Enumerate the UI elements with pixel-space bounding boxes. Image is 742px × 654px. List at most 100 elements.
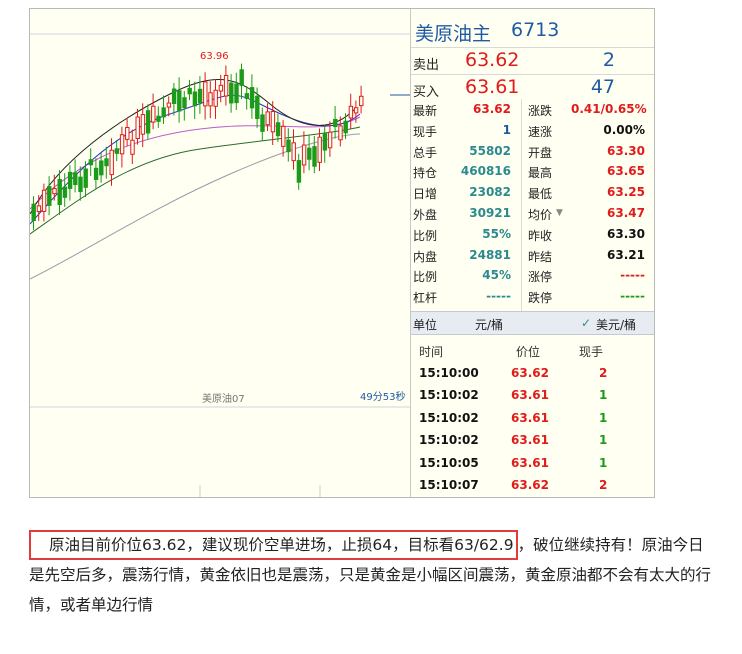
- tick-row: 15:10:00 63.62 2: [411, 362, 654, 385]
- tick-price: 63.61: [511, 455, 549, 470]
- tick-qty: 1: [599, 388, 608, 402]
- candle-body: [270, 110, 276, 133]
- stat-value: 63.62: [473, 102, 511, 116]
- kline-svg: [30, 33, 410, 497]
- tick-qty: 1: [599, 455, 608, 470]
- candle-body: [338, 125, 343, 141]
- candle-body: [359, 95, 364, 107]
- candlestick-chart[interactable]: 63.96 美原油07 49分53秒: [30, 9, 410, 497]
- check-icon: ✓: [581, 316, 592, 330]
- candle-body: [239, 69, 244, 86]
- candle-body: [327, 131, 333, 149]
- stat-value-2: 0.00%: [603, 122, 645, 137]
- sell-volume: 2: [602, 49, 615, 71]
- trading-window: 63.96 美原油07 49分53秒 美原油主 6713 卖出 63.62 2 …: [29, 8, 655, 498]
- stat-value: 45%: [482, 268, 511, 283]
- candle-body: [104, 158, 109, 167]
- tick-list: 时间 价位 现手 15:10:00 63.62 2 15:10:02 63.61 1 15:…: [411, 339, 654, 497]
- candle-body: [260, 114, 265, 132]
- stat-row: 现手 1 速涨 0.00%: [411, 120, 654, 141]
- candle-body: [213, 89, 218, 107]
- stat-row: 日增 23082 最低 63.25: [411, 182, 654, 203]
- candle-body: [93, 167, 99, 180]
- stat-label: 内盘: [413, 249, 438, 264]
- buy-label: 买入: [413, 85, 440, 100]
- symbol-header: 美原油主 6713: [411, 15, 654, 45]
- candle-body: [281, 125, 286, 147]
- tick-time: 15:10:00: [419, 365, 479, 380]
- candle-body: [99, 160, 104, 176]
- stat-label-2: 开盘: [528, 145, 553, 160]
- candle-body: [343, 120, 348, 134]
- stat-label: 日增: [413, 187, 438, 202]
- candle-body: [223, 74, 229, 97]
- stat-label-2: 跌停: [528, 291, 553, 306]
- candle-body: [291, 142, 296, 162]
- tick-price: 63.62: [511, 365, 549, 380]
- stat-label-2: 涨停: [528, 270, 553, 285]
- stat-label: 比例: [413, 270, 438, 285]
- stat-value: 55%: [482, 226, 511, 241]
- candle-body: [275, 122, 281, 137]
- candle-body: [62, 186, 68, 198]
- unit-row[interactable]: 单位 元/桶 ✓ 美元/桶: [411, 311, 654, 335]
- candle-body: [197, 88, 203, 104]
- stat-label-2: 昨收: [528, 228, 553, 243]
- candle-body: [208, 92, 213, 107]
- stat-label: 比例: [413, 228, 438, 243]
- tick-price: 63.61: [511, 388, 549, 402]
- stat-value: 24881: [469, 247, 511, 262]
- candle-body: [145, 110, 151, 134]
- candle-body: [52, 188, 57, 195]
- candle-body: [130, 139, 135, 155]
- stat-value-2: 63.21: [607, 247, 645, 262]
- candle-body: [244, 93, 250, 99]
- candle-body: [301, 144, 307, 166]
- sell-price: 63.62: [465, 49, 520, 71]
- buy-volume: 47: [590, 76, 615, 98]
- tick-row: 15:10:07 63.62 2: [411, 474, 654, 497]
- tick-row: 15:10:02 63.61 1: [411, 407, 654, 430]
- stat-value-2: 63.25: [607, 185, 645, 200]
- stat-value-2: 63.30: [607, 143, 645, 158]
- stat-label-2: 最高: [528, 166, 553, 181]
- tick-time: 15:10:02: [419, 388, 479, 402]
- tick-qty: 2: [599, 365, 608, 380]
- tick-qty: 2: [599, 478, 608, 492]
- stat-row: 内盘 24881 昨结 63.21: [411, 245, 654, 266]
- candle-body: [161, 107, 166, 118]
- chevron-down-icon[interactable]: ▼: [556, 208, 563, 218]
- buy-row[interactable]: 买入 63.61 47: [411, 74, 654, 101]
- stat-value: -----: [486, 289, 511, 304]
- stat-value-2: 0.41/0.65%: [571, 102, 647, 116]
- candle-body: [67, 171, 73, 189]
- stat-value-2: 63.65: [607, 164, 645, 179]
- stat-label: 最新: [413, 104, 438, 118]
- candle-body: [348, 105, 354, 119]
- stat-value-2: 63.47: [607, 205, 645, 220]
- tick-price: 63.61: [511, 410, 549, 425]
- candle-body: [296, 160, 302, 183]
- tick-row: 15:10:02 63.61 1: [411, 429, 654, 452]
- candle-body: [265, 111, 270, 126]
- quote-panel: 美原油主 6713 卖出 63.62 2 买入 63.61 47 最新 63.62…: [410, 9, 654, 497]
- unit-left: 元/桶: [475, 318, 504, 332]
- stat-row: 杠杆 ----- 跌停 -----: [411, 286, 654, 307]
- candle-body: [83, 168, 88, 188]
- candle-body: [109, 149, 114, 176]
- stat-row: 比例 55% 昨收 63.30: [411, 224, 654, 245]
- stat-label-2: 最低: [528, 187, 553, 202]
- tick-header-time: 时间: [419, 345, 444, 359]
- tick-qty: 1: [599, 410, 608, 425]
- stat-label: 持仓: [413, 166, 438, 181]
- tick-row: 15:10:02 63.61 1: [411, 384, 654, 407]
- candle-body: [73, 172, 78, 185]
- candle-body: [333, 118, 338, 128]
- tick-row: 15:10:05 63.61 1: [411, 452, 654, 475]
- stat-label-2: 均价: [528, 207, 553, 222]
- stat-label: 杠杆: [413, 291, 438, 306]
- ma-line: [30, 116, 361, 210]
- stat-label: 总手: [413, 145, 438, 160]
- unit-label: 单位: [413, 318, 438, 332]
- sell-row[interactable]: 卖出 63.62 2: [411, 47, 654, 74]
